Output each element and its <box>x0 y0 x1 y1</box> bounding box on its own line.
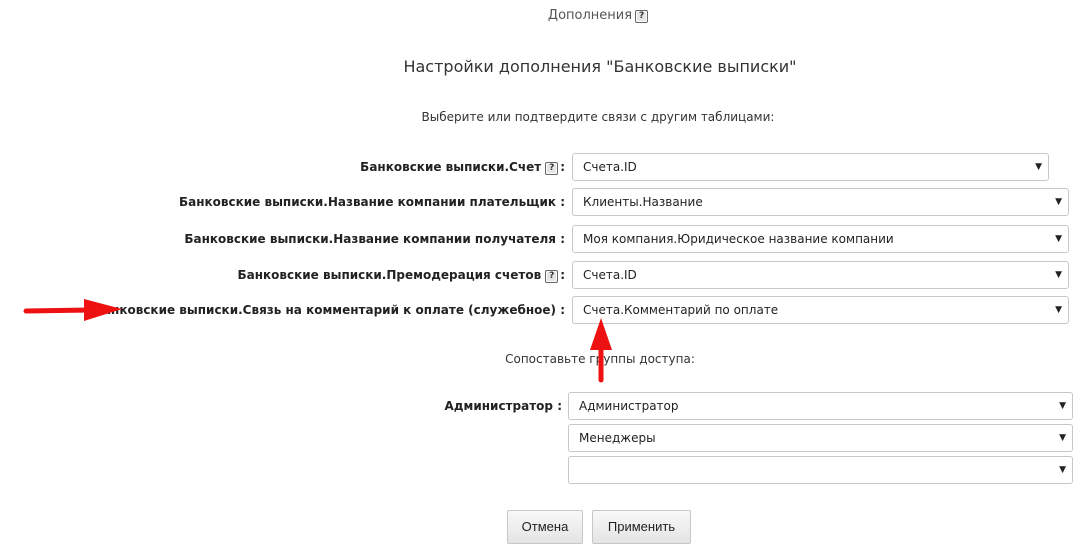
page-title: Настройки дополнения "Банковские выписки… <box>403 57 797 76</box>
link-row-payment-comment: Банковские выписки.Связь на комментарий … <box>0 296 565 324</box>
access-select-3[interactable]: ▼ <box>568 456 1073 484</box>
colon: : <box>560 195 565 209</box>
chevron-down-icon: ▼ <box>1059 465 1066 475</box>
apply-button[interactable]: Применить <box>592 510 691 544</box>
access-select-1[interactable]: Администратор ▼ <box>568 392 1073 420</box>
colon: : <box>560 160 565 174</box>
select-value: Клиенты.Название <box>583 195 703 209</box>
link-row-premoderation: Банковские выписки.Премодерация счетов?: <box>0 261 565 289</box>
cancel-button[interactable]: Отмена <box>507 510 583 544</box>
select-value: Счета.ID <box>583 160 637 174</box>
colon: : <box>560 303 565 317</box>
access-select-2[interactable]: Менеджеры ▼ <box>568 424 1073 452</box>
chevron-down-icon: ▼ <box>1035 162 1042 172</box>
links-subtitle: Выберите или подтвердите связи с другим … <box>421 110 775 124</box>
chevron-down-icon: ▼ <box>1059 401 1066 411</box>
chevron-down-icon: ▼ <box>1055 197 1062 207</box>
help-icon[interactable]: ? <box>545 162 559 175</box>
chevron-down-icon: ▼ <box>1055 305 1062 315</box>
colon: : <box>560 232 565 246</box>
link-select-recipient[interactable]: Моя компания.Юридическое название компан… <box>572 225 1069 253</box>
link-row-account: Банковские выписки.Счет?: <box>0 153 565 181</box>
link-select-payment-comment[interactable]: Счета.Комментарий по оплате ▼ <box>572 296 1069 324</box>
annotation-arrow-vertical <box>590 318 612 383</box>
help-icon[interactable]: ? <box>635 10 649 23</box>
chevron-down-icon: ▼ <box>1055 270 1062 280</box>
breadcrumb: Дополнения? <box>0 8 1083 23</box>
link-row-payer: Банковские выписки.Название компании пла… <box>0 188 565 216</box>
link-label: Банковские выписки.Счет <box>360 160 542 174</box>
link-label: Банковские выписки.Название компании пла… <box>178 195 556 209</box>
colon: : <box>560 268 565 282</box>
link-select-payer[interactable]: Клиенты.Название ▼ <box>572 188 1069 216</box>
select-value: Менеджеры <box>579 431 656 445</box>
help-icon[interactable]: ? <box>545 270 559 283</box>
link-row-recipient: Банковские выписки.Название компании пол… <box>0 225 565 253</box>
access-label: Администратор <box>444 399 553 413</box>
select-value: Администратор <box>579 399 679 413</box>
link-select-account[interactable]: Счета.ID ▼ <box>572 153 1049 181</box>
link-label: Банковские выписки.Премодерация счетов <box>237 268 542 282</box>
link-label: Банковские выписки.Связь на комментарий … <box>93 303 556 317</box>
select-value: Моя компания.Юридическое название компан… <box>583 232 894 246</box>
access-groups-title: Сопоставьте группы доступа: <box>505 352 695 366</box>
chevron-down-icon: ▼ <box>1055 234 1062 244</box>
breadcrumb-label[interactable]: Дополнения <box>548 8 632 23</box>
link-select-premoderation[interactable]: Счета.ID ▼ <box>572 261 1069 289</box>
select-value: Счета.ID <box>583 268 637 282</box>
link-label: Банковские выписки.Название компании пол… <box>184 232 556 246</box>
colon: : <box>557 399 562 413</box>
select-value: Счета.Комментарий по оплате <box>583 303 779 317</box>
access-row: Администратор : <box>0 392 562 420</box>
chevron-down-icon: ▼ <box>1059 433 1066 443</box>
